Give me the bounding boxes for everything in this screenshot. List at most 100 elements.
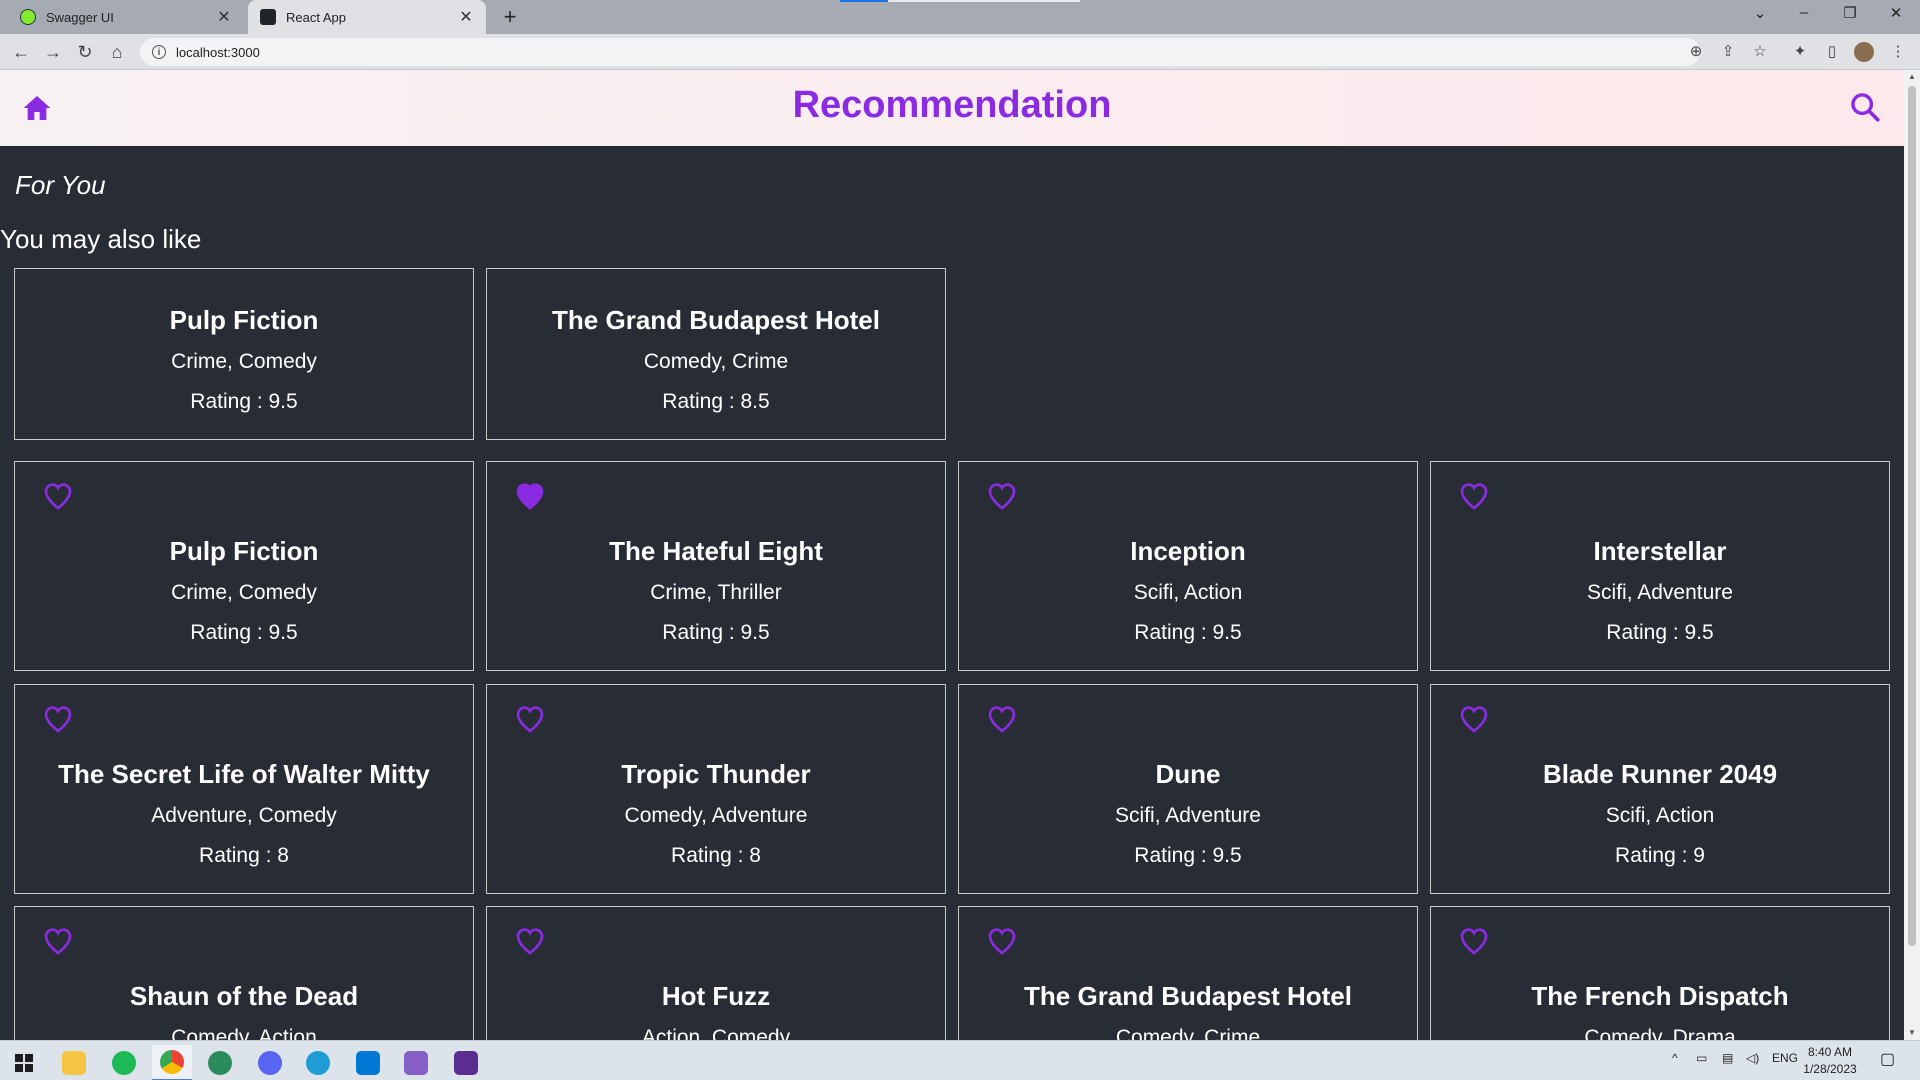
recommendation-card[interactable]: The Grand Budapest Hotel Comedy, Crime R… — [486, 268, 946, 440]
movie-title: Inception — [1130, 536, 1246, 566]
home-button[interactable]: ⌂ — [106, 41, 128, 63]
movie-title: Hot Fuzz — [661, 981, 771, 1011]
movie-card[interactable]: Blade Runner 2049 Scifi, Action Rating :… — [1430, 684, 1890, 894]
profile-avatar[interactable] — [1854, 42, 1874, 62]
file-explorer-icon[interactable] — [54, 1045, 94, 1080]
heart-outline-icon[interactable] — [1457, 703, 1491, 735]
movie-rating: Rating : 9.5 — [1606, 621, 1714, 644]
zoom-icon[interactable]: ⊕ — [1686, 42, 1706, 62]
heart-outline-icon[interactable] — [41, 925, 75, 957]
movie-genre: Crime, Thriller — [650, 581, 782, 604]
notification-icon[interactable]: ▢ — [1880, 1049, 1895, 1069]
network-icon[interactable]: ▤ — [1722, 1051, 1733, 1065]
browser-tab-strip: Swagger UI ✕ React App ✕ + ⌄ – ❐ ✕ — [0, 0, 1920, 34]
forward-button[interactable]: → — [42, 41, 64, 63]
close-icon[interactable]: ✕ — [216, 7, 232, 27]
heart-outline-icon[interactable] — [1457, 925, 1491, 957]
tab-react-app[interactable]: React App ✕ — [248, 0, 486, 34]
movie-genre: Adventure, Comedy — [151, 804, 337, 827]
vscode-icon[interactable] — [348, 1045, 388, 1080]
volume-icon[interactable]: ◁) — [1746, 1051, 1759, 1065]
new-tab-button[interactable]: + — [498, 5, 522, 29]
movie-title: Shaun of the Dead — [129, 981, 359, 1011]
edge-icon[interactable] — [200, 1045, 240, 1080]
terminal-icon[interactable] — [446, 1045, 486, 1080]
tab-title: Swagger UI — [46, 9, 114, 25]
movie-title: Blade Runner 2049 — [1542, 759, 1778, 789]
for-you-heading: For You — [15, 170, 106, 200]
side-panel-icon[interactable]: ▯ — [1822, 42, 1842, 62]
bookmark-star-icon[interactable]: ☆ — [1750, 42, 1770, 62]
movie-genre: Comedy, Action — [171, 1026, 317, 1040]
tray-overflow-icon[interactable]: ^ — [1672, 1051, 1678, 1065]
movie-rating: Rating : 9.5 — [1134, 844, 1242, 867]
taskbar-clock[interactable]: 8:40 AM 1/28/2023 — [1800, 1044, 1860, 1078]
heart-filled-icon[interactable] — [513, 480, 547, 512]
movie-card[interactable]: The French Dispatch Comedy, Drama — [1430, 906, 1890, 1040]
movie-title: Interstellar — [1593, 536, 1727, 566]
language-indicator[interactable]: ENG — [1772, 1051, 1798, 1065]
heart-outline-icon[interactable] — [985, 703, 1019, 735]
movie-genre: Crime, Comedy — [171, 350, 317, 373]
site-info-icon[interactable]: i — [152, 45, 166, 59]
movie-rating: Rating : 9.5 — [1134, 621, 1242, 644]
close-window-button[interactable]: ✕ — [1884, 4, 1908, 22]
search-icon[interactable] — [1848, 90, 1882, 124]
scroll-up-arrow-icon[interactable]: ▲ — [1904, 70, 1920, 84]
edge-dev-icon[interactable] — [298, 1045, 338, 1080]
movie-card[interactable]: The Hateful Eight Crime, Thriller Rating… — [486, 461, 946, 671]
spotify-icon[interactable] — [104, 1045, 144, 1080]
movie-title: The Secret Life of Walter Mitty — [58, 759, 430, 789]
tab-swagger-ui[interactable]: Swagger UI ✕ — [8, 0, 244, 34]
movie-title: Pulp Fiction — [169, 536, 319, 566]
battery-icon[interactable]: ▭ — [1696, 1051, 1707, 1065]
movie-card[interactable]: Tropic Thunder Comedy, Adventure Rating … — [486, 684, 946, 894]
start-icon[interactable] — [4, 1045, 44, 1080]
heart-outline-icon[interactable] — [1457, 480, 1491, 512]
visual-studio-icon[interactable] — [396, 1045, 436, 1080]
also-like-heading: You may also like — [0, 224, 202, 254]
movie-card[interactable]: Hot Fuzz Action, Comedy — [486, 906, 946, 1040]
heart-outline-icon[interactable] — [41, 703, 75, 735]
movie-card[interactable]: Dune Scifi, Adventure Rating : 9.5 — [958, 684, 1418, 894]
movie-card[interactable]: Shaun of the Dead Comedy, Action — [14, 906, 474, 1040]
movie-genre: Comedy, Crime — [643, 350, 789, 373]
movie-card[interactable]: The Secret Life of Walter Mitty Adventur… — [14, 684, 474, 894]
movie-title: The Grand Budapest Hotel — [552, 305, 880, 335]
movie-genre: Comedy, Adventure — [624, 804, 808, 827]
movie-genre: Action, Comedy — [641, 1026, 791, 1040]
chrome-icon[interactable] — [152, 1045, 192, 1080]
share-icon[interactable]: ⇪ — [1718, 42, 1738, 62]
recommendation-card[interactable]: Pulp Fiction Crime, Comedy Rating : 9.5 — [14, 268, 474, 440]
more-menu-icon[interactable]: ⋮ — [1888, 42, 1908, 62]
back-button[interactable]: ← — [10, 41, 32, 63]
movie-genre: Scifi, Action — [1133, 581, 1243, 604]
react-icon — [260, 9, 276, 25]
movie-card[interactable]: Pulp Fiction Crime, Comedy Rating : 9.5 — [14, 461, 474, 671]
heart-outline-icon[interactable] — [513, 925, 547, 957]
tab-search-icon[interactable]: ⌄ — [1748, 4, 1772, 22]
discord-icon[interactable] — [250, 1045, 290, 1080]
heart-outline-icon[interactable] — [985, 925, 1019, 957]
movie-genre: Scifi, Adventure — [1587, 581, 1733, 604]
heart-outline-icon[interactable] — [41, 480, 75, 512]
heart-outline-icon[interactable] — [985, 480, 1019, 512]
close-icon[interactable]: ✕ — [458, 7, 474, 27]
clock-time: 8:40 AM — [1807, 1045, 1853, 1059]
movie-rating: Rating : 8 — [671, 844, 761, 867]
app-header: Recommendation — [0, 70, 1904, 146]
browser-toolbar: ← → ↻ ⌂ i localhost:3000 ⊕ ⇪ ☆ ✦ ▯ ⋮ — [0, 34, 1920, 70]
movie-genre: Comedy, Drama — [1584, 1026, 1736, 1040]
movie-card[interactable]: Inception Scifi, Action Rating : 9.5 — [958, 461, 1418, 671]
reload-button[interactable]: ↻ — [74, 41, 96, 63]
scroll-down-arrow-icon[interactable]: ▼ — [1904, 1026, 1920, 1040]
scrollbar-thumb[interactable] — [1908, 86, 1916, 946]
restore-button[interactable]: ❐ — [1838, 4, 1862, 22]
movie-card[interactable]: The Grand Budapest Hotel Comedy, Crime — [958, 906, 1418, 1040]
movie-card[interactable]: Interstellar Scifi, Adventure Rating : 9… — [1430, 461, 1890, 671]
minimize-button[interactable]: – — [1792, 4, 1816, 21]
extensions-icon[interactable]: ✦ — [1790, 42, 1810, 62]
heart-outline-icon[interactable] — [513, 703, 547, 735]
address-bar[interactable]: i localhost:3000 — [140, 38, 1700, 66]
page-scrollbar[interactable]: ▲ ▼ — [1904, 70, 1920, 1040]
